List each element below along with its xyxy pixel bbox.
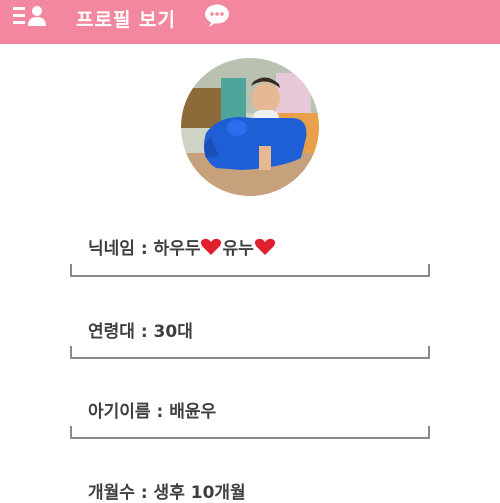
speech-bubble-icon[interactable] xyxy=(204,3,230,27)
baby-name-field: 아기이름 : 배윤우 xyxy=(88,397,216,422)
field-underline xyxy=(70,426,430,439)
months-label: 개월수 : 생후 10개월 xyxy=(88,483,246,503)
months-field: 개월수 : 생후 10개월 xyxy=(88,478,246,503)
field-underline xyxy=(70,346,430,359)
profile-avatar[interactable] xyxy=(181,58,319,196)
profile-menu-icon[interactable] xyxy=(13,4,51,30)
heart-icon xyxy=(200,238,222,256)
baby-name-label: 아기이름 : 배윤우 xyxy=(88,402,217,422)
nickname-suffix: 유누 xyxy=(222,239,254,259)
age-group-field: 연령대 : 30대 xyxy=(88,317,193,342)
app-header: 프로필 보기 xyxy=(0,0,500,44)
field-underline xyxy=(70,264,430,277)
nickname-field: 닉네임 : 하우두 유누 xyxy=(88,234,276,259)
heart-icon xyxy=(254,238,276,256)
nickname-label: 닉네임 : 하우두 xyxy=(88,239,201,259)
age-group-label: 연령대 : 30대 xyxy=(88,322,193,342)
page-title: 프로필 보기 xyxy=(76,9,177,31)
